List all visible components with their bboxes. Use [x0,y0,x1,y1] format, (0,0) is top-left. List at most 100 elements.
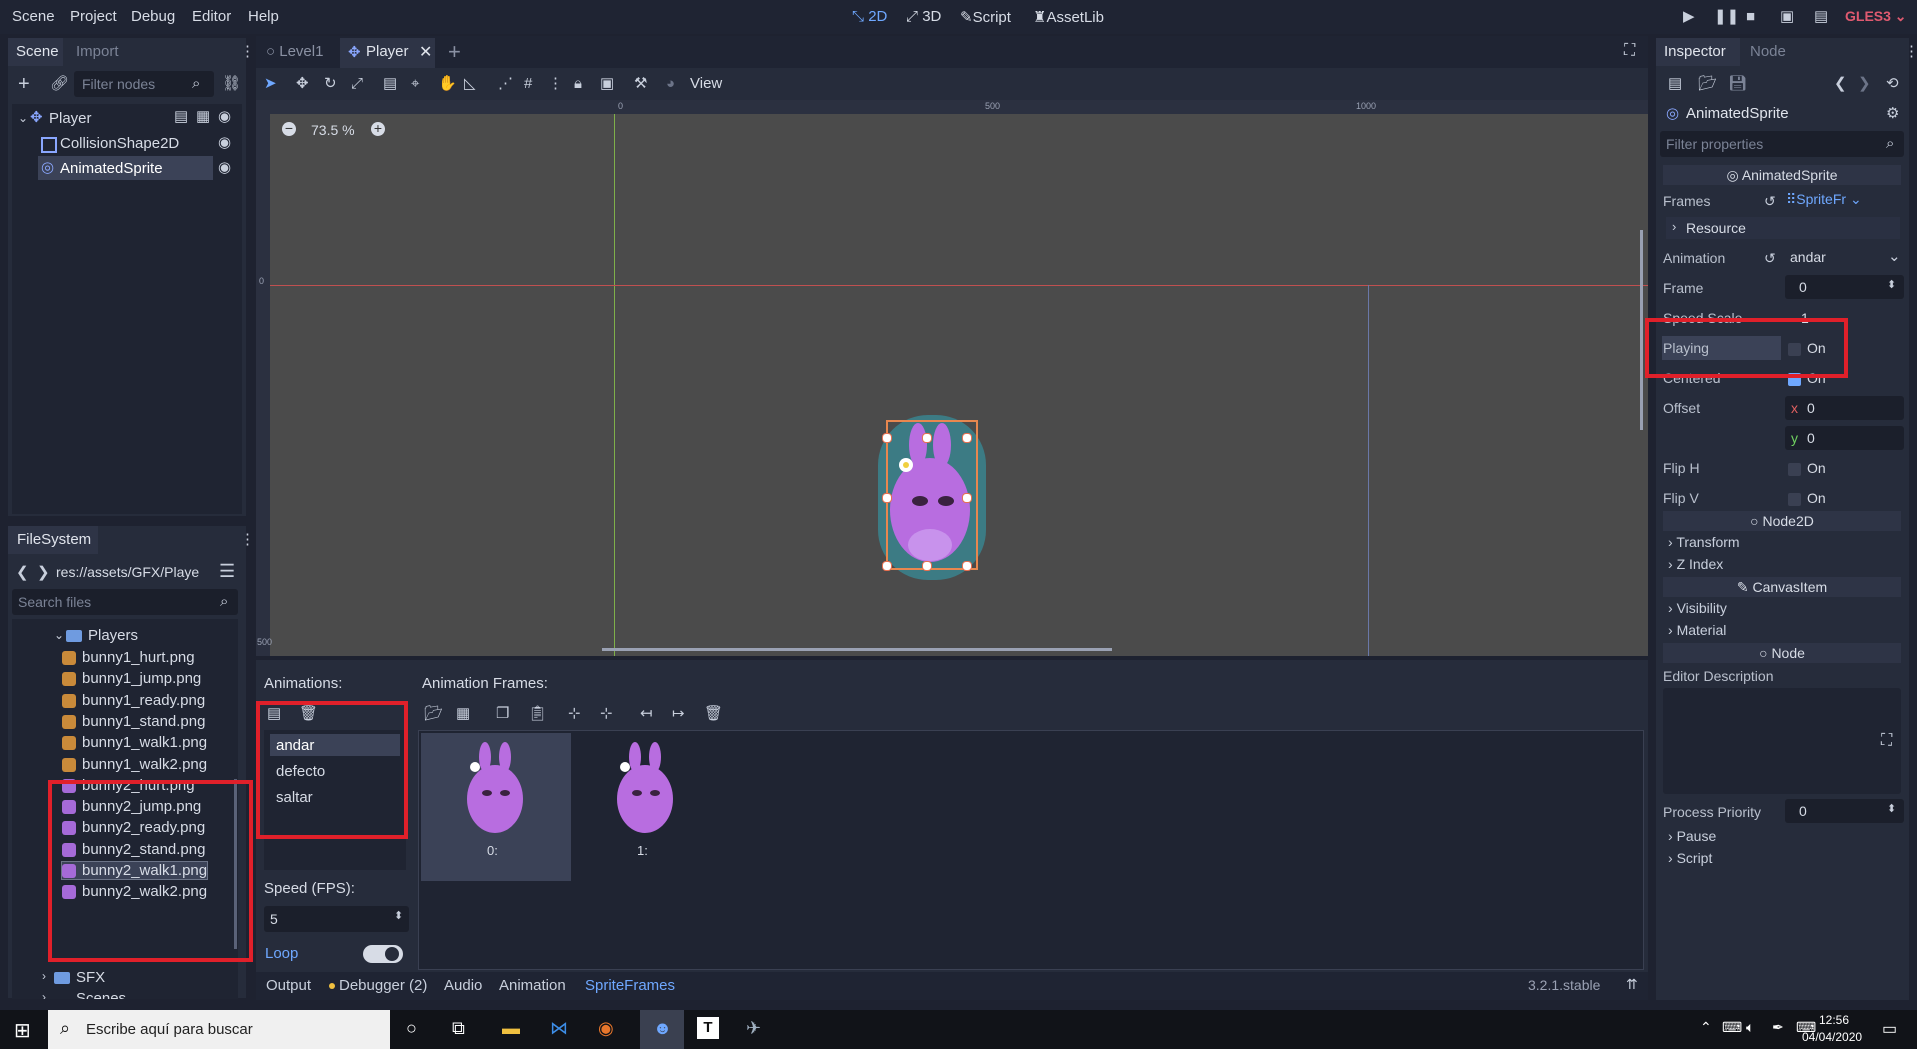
tree-item-animatedsprite[interactable]: AnimatedSprite [60,160,163,177]
dock-menu-icon[interactable]: ⋮ [240,44,255,59]
tab-audio[interactable]: Audio [444,977,482,994]
chevron-right-icon[interactable]: › [42,970,46,982]
new-tab-icon[interactable]: + [448,39,461,65]
frame-thumbnail[interactable]: 0: [421,733,571,881]
resize-handle[interactable] [922,561,932,571]
vertical-scrollbar[interactable] [1640,230,1643,430]
flip-v-checkbox[interactable]: On [1788,490,1826,506]
firefox-icon[interactable]: ◉ [598,1018,614,1039]
file-item[interactable]: bunny1_stand.png [62,713,205,730]
tab-debugger[interactable]: Debugger (2) [339,977,427,994]
script-icon[interactable]: ▤ [174,109,188,124]
group-icon[interactable]: ▦ [196,109,210,124]
group-icon[interactable]: ▣ [600,76,614,91]
filter-properties-input[interactable]: Filter properties ⌕ [1660,131,1904,157]
mode-2d-button[interactable]: ⤡ 2D [852,8,887,25]
path-field[interactable]: res://assets/GFX/Playe [50,559,210,585]
app-icon[interactable]: ✈ [746,1018,761,1039]
resource-row[interactable]: › Resource [1666,217,1900,239]
expand-icon[interactable]: ⛶ [1881,732,1892,750]
resize-handle[interactable] [962,493,972,503]
transform-section[interactable]: › Transform [1668,534,1740,550]
vscode-icon[interactable]: ⋈ [550,1018,568,1039]
load-resource-icon[interactable]: 📂︎ [424,706,443,721]
resize-handle[interactable] [962,561,972,571]
search-files-input[interactable]: Search files ⌕ [12,589,238,615]
tab-level1[interactable]: ○ Level1 [266,43,323,60]
horizontal-scrollbar[interactable] [602,648,1112,651]
frames-resource-picker[interactable]: ⠿SpriteFr ⌄ [1786,191,1862,208]
pen-icon[interactable]: ✒ [1772,1019,1784,1036]
move-left-icon[interactable]: ↤ [640,706,653,721]
chevron-down-icon[interactable]: ⌄ [54,629,64,641]
reset-icon[interactable]: ↺ [1764,193,1776,210]
copy-icon[interactable]: ❐ [496,706,509,721]
folder-players[interactable]: Players [88,627,138,644]
reset-icon[interactable]: ↺ [1764,250,1776,267]
save-icon[interactable]: 💾︎ [1728,76,1747,91]
pause-icon[interactable]: ❚❚ [1714,9,1739,24]
history-back-icon[interactable]: ❮ [1834,76,1847,91]
mode-assetlib-button[interactable]: ♜AssetLib [1033,8,1104,26]
flip-h-checkbox[interactable]: On [1788,460,1826,476]
cortana-icon[interactable]: ○ [406,1018,417,1039]
select-tool-icon[interactable]: ➤ [264,76,277,91]
volume-icon[interactable]: 🔈︎ [1746,1019,1754,1036]
viewport[interactable]: 0 500 1000 0 500 − 73.5 % + [256,100,1648,656]
visibility-eye-icon[interactable]: ◉ [218,135,231,150]
forward-arrow-icon[interactable]: ❯ [37,565,50,580]
menu-debug[interactable]: Debug [131,8,175,25]
move-right-icon[interactable]: ↦ [672,706,685,721]
pause-section[interactable]: › Pause [1668,828,1716,844]
lock-icon[interactable]: 🔒︎ [574,76,582,91]
process-priority-stepper[interactable]: 0 ⬍ [1785,799,1904,823]
insert-empty-before-icon[interactable]: ⊹ [568,706,581,721]
speed-fps-stepper[interactable]: 5 ⬍ [264,906,409,932]
resize-handle[interactable] [882,493,892,503]
sprite-sheet-icon[interactable]: ▦ [456,706,470,721]
history-icon[interactable]: ⟲ [1886,76,1899,91]
file-item[interactable]: bunny1_walk1.png [62,734,207,751]
stop-icon[interactable]: ■ [1746,9,1755,24]
visibility-eye-icon[interactable]: ◉ [218,109,231,124]
snap-icon[interactable]: ⋰ [498,76,513,91]
move-tool-icon[interactable]: ✥ [296,76,309,91]
resize-handle[interactable] [922,433,932,443]
renderer-select[interactable]: GLES3 ⌄ [1845,8,1907,25]
offset-y-field[interactable]: y 0 [1785,426,1904,450]
grid-snap-icon[interactable]: # [524,76,532,91]
menu-scene[interactable]: Scene [12,8,55,25]
history-forward-icon[interactable]: ❯ [1858,76,1871,91]
folder-sfx[interactable]: SFX [76,969,105,986]
collapse-panel-icon[interactable]: ⇈ [1626,976,1638,993]
menu-project[interactable]: Project [70,8,117,25]
resize-handle[interactable] [882,433,892,443]
tab-spriteframes[interactable]: SpriteFrames [585,977,675,994]
object-properties-icon[interactable]: ⚙ [1886,106,1899,121]
menu-help[interactable]: Help [248,8,279,25]
visibility-eye-icon[interactable]: ◉ [218,160,231,175]
dock-menu-icon[interactable]: ⋮ [1904,44,1917,59]
folder-scenes[interactable]: Scenes [76,990,126,999]
animation-select[interactable]: andar ⌄ [1782,245,1904,269]
script-section[interactable]: › Script [1668,850,1712,866]
instance-scene-icon[interactable]: ⛓ [222,76,241,91]
tree-item-collisionshape2d[interactable]: CollisionShape2D [60,135,179,152]
stepper-arrows-icon[interactable]: ⬍ [394,909,403,922]
camera-icon[interactable]: ◕ [666,76,675,91]
tab-animation[interactable]: Animation [499,977,566,994]
resize-handle[interactable] [882,561,892,571]
tab-node[interactable]: Node [1750,43,1786,60]
file-item[interactable]: bunny1_walk2.png [62,756,207,773]
godot-taskbar-button[interactable]: ☻ [640,1010,684,1049]
ruler-tool-icon[interactable]: ◺ [464,76,476,91]
editor-description-textarea[interactable]: ⛶ [1663,688,1901,794]
new-resource-icon[interactable]: ▤ [1668,76,1682,91]
bone-icon[interactable]: ⚒ [634,76,647,91]
add-node-icon[interactable]: + [18,74,30,94]
offset-x-field[interactable]: x 0 [1785,396,1904,420]
task-view-icon[interactable]: ⧉ [452,1018,465,1039]
tab-import[interactable]: Import [76,43,119,60]
zoom-in-icon[interactable]: + [371,121,385,136]
frame-thumbnail[interactable]: 1: [571,733,721,881]
